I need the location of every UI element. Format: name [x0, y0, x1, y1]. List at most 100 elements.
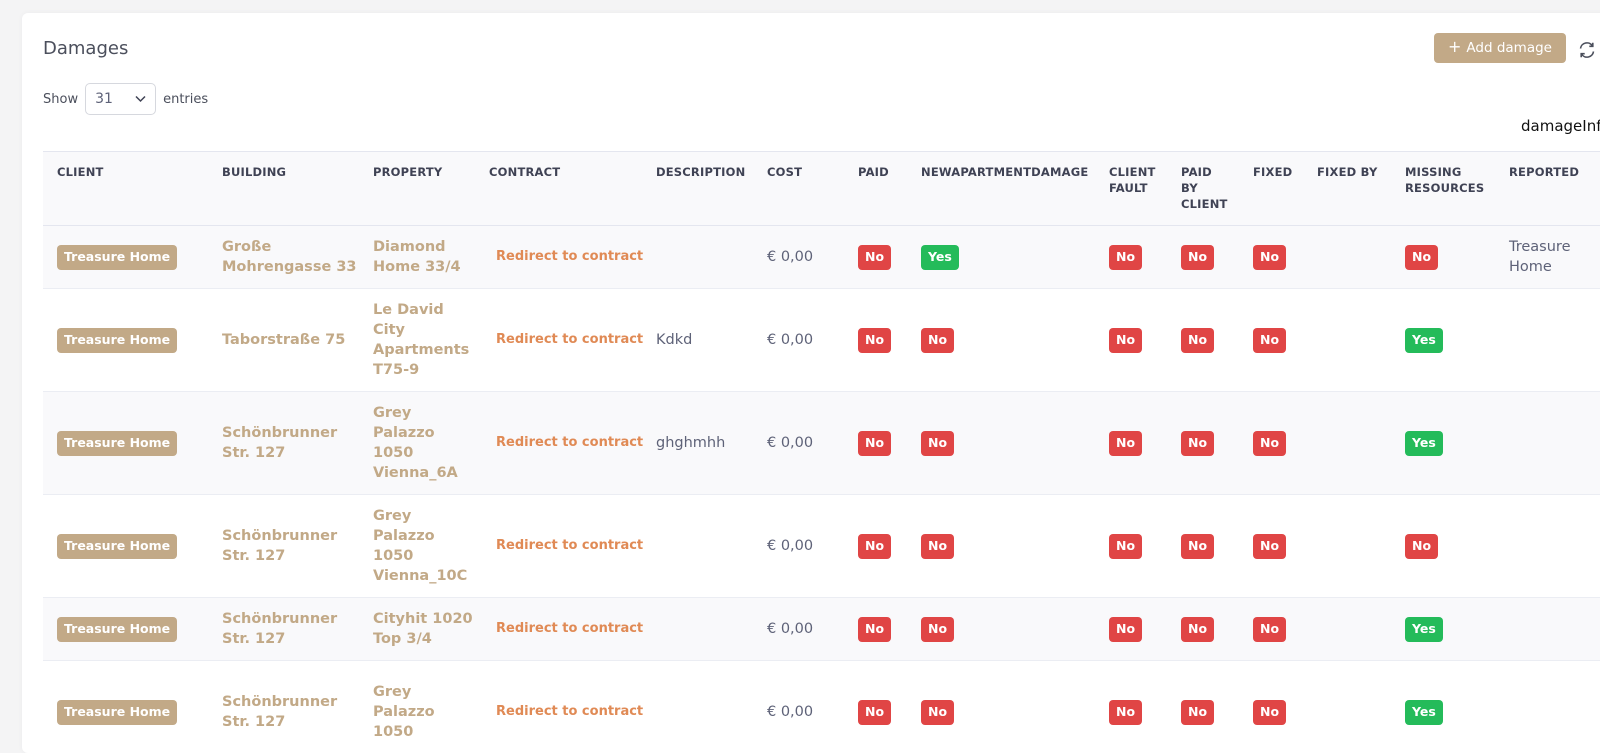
building-link[interactable]: Schönbrunner Str. 127 — [222, 423, 337, 463]
building-link[interactable]: Schönbrunner Str. 127 — [222, 609, 337, 649]
column-header-paid-by-client[interactable]: PAID BY CLIENT — [1181, 164, 1228, 212]
fixed-badge: No — [1253, 616, 1287, 642]
paid-by-client-badge: No — [1181, 430, 1215, 456]
fixed-column-cell: No — [1253, 226, 1287, 288]
column-header-description[interactable]: DESCRIPTION — [656, 164, 745, 180]
column-header-contract[interactable]: CONTRACT — [489, 164, 560, 180]
redirect-to-contract-link[interactable]: Redirect to contract — [496, 536, 643, 556]
column-header-property[interactable]: PROPERTY — [373, 164, 442, 180]
page-title: Damages — [43, 38, 129, 59]
damages-table: CLIENT BUILDING PROPERTY CONTRACT DESCRI… — [43, 151, 1600, 753]
client-tag[interactable]: Treasure Home — [57, 616, 178, 642]
property-column-cell: Diamond Home 33/4 — [373, 226, 461, 288]
table-row: Treasure Home Schönbrunner Str. 127 Grey P… — [43, 661, 1600, 753]
new-apartment-damage-column-cell: No — [921, 598, 955, 660]
table-row: Treasure Home Schönbrunner Str. 127 Grey P… — [43, 392, 1600, 495]
client-fault-column-cell: No — [1109, 289, 1143, 391]
cost-cell: € 0,00 — [767, 704, 814, 720]
redirect-to-contract-link[interactable]: Redirect to contract — [496, 247, 643, 267]
column-header-building[interactable]: BUILDING — [222, 164, 286, 180]
new-apartment-damage-badge: No — [921, 430, 955, 456]
column-header-paid[interactable]: PAID — [858, 164, 889, 180]
property-link[interactable]: Diamond Home 33/4 — [373, 237, 461, 277]
cost-column-cell: € 0,00 — [767, 598, 813, 660]
property-column-cell: Cityhit 1020 Top 3/4 — [373, 598, 473, 660]
cost-cell: € 0,00 — [767, 435, 814, 451]
missing-resources-column-cell: Yes — [1405, 598, 1443, 660]
paid-by-client-column-cell: No — [1181, 392, 1215, 494]
contract-column-cell: Redirect to contract — [496, 392, 643, 494]
paid-badge: No — [858, 533, 892, 559]
fixed-badge: No — [1253, 699, 1287, 725]
column-header-fixed[interactable]: FIXED — [1253, 164, 1292, 180]
building-column-cell: Schönbrunner Str. 127 — [222, 495, 337, 597]
cost-cell: € 0,00 — [767, 249, 814, 265]
building-column-cell: Schönbrunner Str. 127 — [222, 598, 337, 660]
building-link[interactable]: Schönbrunner Str. 127 — [222, 692, 337, 732]
column-header-missing-resources[interactable]: MISSING RESOURCES — [1405, 164, 1484, 196]
cost-column-cell: € 0,00 — [767, 661, 813, 753]
client-tag[interactable]: Treasure Home — [57, 533, 178, 559]
column-header-cost[interactable]: COST — [767, 164, 802, 180]
missing-resources-badge: No — [1405, 533, 1439, 559]
building-column-cell: Taborstraße 75 — [222, 289, 345, 391]
property-column-cell: Grey Palazzo 1050 Vienna_6A — [373, 392, 458, 494]
table-body: Treasure Home Große Mohrengasse 33 Diamond… — [43, 226, 1600, 753]
new-apartment-damage-badge: Yes — [921, 244, 959, 270]
client-fault-badge: No — [1109, 327, 1143, 353]
description-cell: Kdkd — [656, 332, 693, 348]
building-link[interactable]: Große Mohrengasse 33 — [222, 237, 357, 277]
paid-column-cell: No — [858, 598, 892, 660]
client-column-cell: Treasure Home — [57, 392, 178, 494]
missing-resources-column-cell: Yes — [1405, 289, 1443, 391]
property-link[interactable]: Grey Palazzo 1050 Vienna_10C — [373, 506, 467, 586]
paid-by-client-badge: No — [1181, 616, 1215, 642]
redirect-to-contract-link[interactable]: Redirect to contract — [496, 619, 643, 639]
entries-label: entries — [163, 91, 209, 107]
missing-resources-column-cell: Yes — [1405, 392, 1443, 494]
cost-column-cell: € 0,00 — [767, 495, 813, 597]
building-column-cell: Große Mohrengasse 33 — [222, 226, 357, 288]
new-apartment-damage-badge: No — [921, 327, 955, 353]
refresh-icon[interactable] — [1577, 40, 1597, 60]
add-damage-label: Add damage — [1466, 40, 1552, 56]
building-column-cell: Schönbrunner Str. 127 — [222, 392, 337, 494]
missing-resources-badge: No — [1405, 244, 1439, 270]
property-link[interactable]: Cityhit 1020 Top 3/4 — [373, 609, 473, 649]
table-row: Treasure Home Schönbrunner Str. 127 Cityhi… — [43, 598, 1600, 661]
property-link[interactable]: Le David City Apartments T75-9 — [373, 300, 469, 380]
column-header-new-apartment-damage[interactable]: NEWAPARTMENTDAMAGE — [921, 164, 1088, 180]
new-apartment-damage-column-cell: Yes — [921, 226, 959, 288]
entries-select[interactable]: 31 — [85, 83, 157, 115]
redirect-to-contract-link[interactable]: Redirect to contract — [496, 330, 643, 350]
redirect-to-contract-link[interactable]: Redirect to contract — [496, 433, 643, 453]
redirect-to-contract-link[interactable]: Redirect to contract — [496, 702, 643, 722]
paid-column-cell: No — [858, 289, 892, 391]
plus-icon: + — [1448, 37, 1462, 56]
client-tag[interactable]: Treasure Home — [57, 430, 178, 456]
missing-resources-badge: Yes — [1405, 430, 1443, 456]
paid-by-client-column-cell: No — [1181, 226, 1215, 288]
new-apartment-damage-column-cell: No — [921, 392, 955, 494]
column-header-fixed-by[interactable]: FIXED BY — [1317, 164, 1377, 180]
building-link[interactable]: Schönbrunner Str. 127 — [222, 526, 337, 566]
client-tag[interactable]: Treasure Home — [57, 244, 178, 270]
new-apartment-damage-column-cell: No — [921, 495, 955, 597]
contract-column-cell: Redirect to contract — [496, 661, 643, 753]
paid-column-cell: No — [858, 495, 892, 597]
paid-badge: No — [858, 699, 892, 725]
table-row: Treasure Home Schönbrunner Str. 127 Grey P… — [43, 495, 1600, 598]
column-header-client[interactable]: CLIENT — [57, 164, 104, 180]
property-link[interactable]: Grey Palazzo 1050 — [373, 682, 435, 742]
property-column-cell: Le David City Apartments T75-9 — [373, 289, 469, 391]
column-header-reported[interactable]: REPORTED — [1509, 164, 1579, 180]
property-link[interactable]: Grey Palazzo 1050 Vienna_6A — [373, 403, 458, 483]
new-apartment-damage-column-cell: No — [921, 289, 955, 391]
client-tag[interactable]: Treasure Home — [57, 327, 178, 353]
building-link[interactable]: Taborstraße 75 — [222, 330, 345, 350]
add-damage-button[interactable]: + Add damage — [1434, 33, 1566, 63]
missing-resources-badge: Yes — [1405, 616, 1443, 642]
paid-badge: No — [858, 616, 892, 642]
client-tag[interactable]: Treasure Home — [57, 699, 178, 725]
column-header-client-fault[interactable]: CLIENT FAULT — [1109, 164, 1156, 196]
